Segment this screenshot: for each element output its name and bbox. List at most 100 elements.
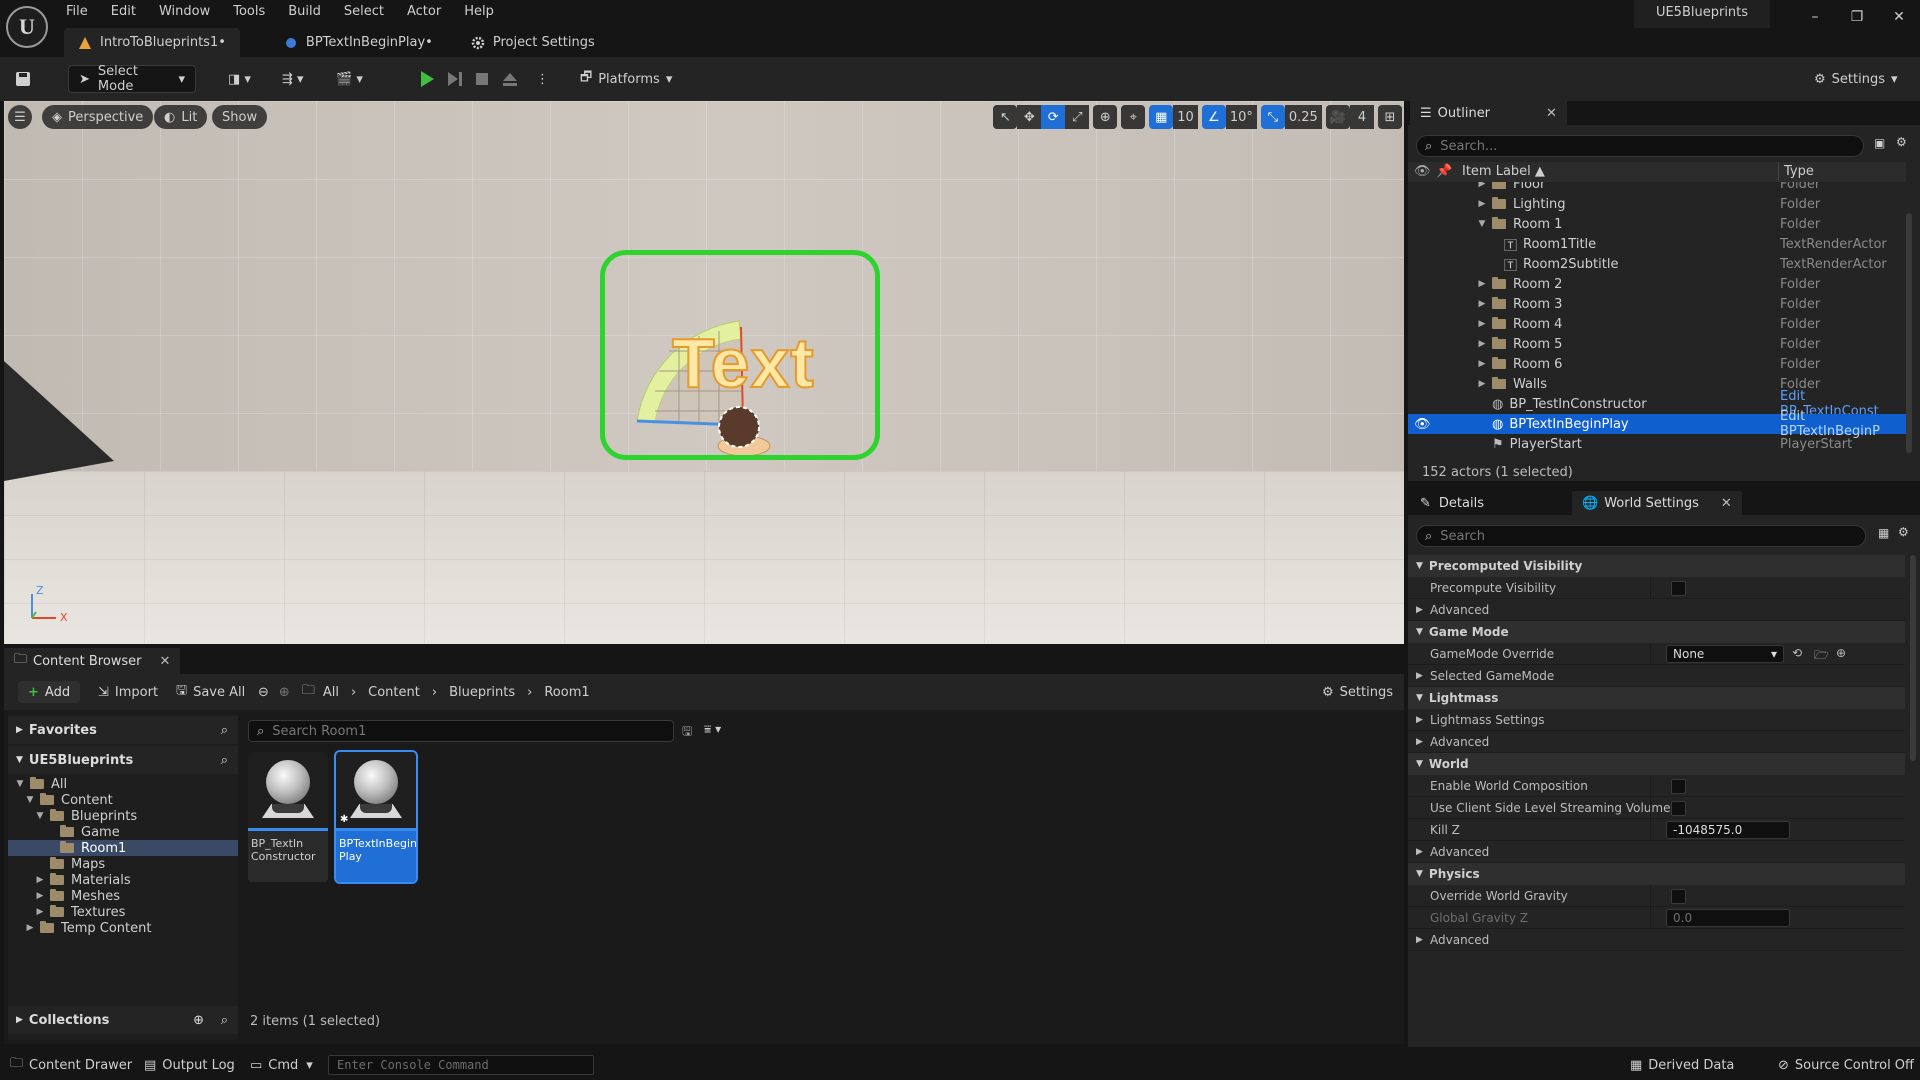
cmd-dropdown[interactable]: ▭ Cmd ▾ xyxy=(250,1050,313,1080)
breadcrumb-blueprints[interactable]: Blueprints xyxy=(449,685,515,700)
rotate-tool-icon[interactable]: ⟳ xyxy=(1041,105,1066,129)
minimize-icon[interactable]: – xyxy=(1794,0,1836,34)
search-icon[interactable]: ⌕ xyxy=(221,723,228,738)
add-collection-icon[interactable]: ⊕ xyxy=(193,1013,204,1028)
close-icon[interactable]: ✕ xyxy=(160,654,171,669)
breadcrumb-room1[interactable]: Room1 xyxy=(544,685,589,700)
breadcrumb-all[interactable]: All xyxy=(323,685,339,700)
expand-arrow-icon[interactable]: ▶ xyxy=(1476,379,1488,389)
prop-lightmass-settings[interactable]: ▶ Lightmass Settings xyxy=(1408,709,1905,731)
source-control-button[interactable]: ⊘ Source Control Off xyxy=(1778,1050,1914,1080)
save-icon[interactable] xyxy=(14,65,32,93)
prop-advanced-1[interactable]: ▶ Advanced xyxy=(1408,599,1905,621)
section-game-mode[interactable]: ▼ Game Mode xyxy=(1408,621,1905,643)
select-mode-dropdown[interactable]: ➤ Select Mode ▾ xyxy=(68,64,196,94)
close-icon[interactable]: ✕ xyxy=(1721,496,1732,511)
expand-arrow-icon[interactable]: ▶ xyxy=(1476,299,1488,309)
expand-arrow-icon[interactable]: ▶ xyxy=(24,923,36,933)
world-space-icon[interactable]: ⊕ xyxy=(1093,105,1118,129)
hamburger-menu-icon[interactable]: ☰ xyxy=(8,105,32,129)
expand-arrow-icon[interactable]: ▶ xyxy=(1476,339,1488,349)
menu-window[interactable]: Window xyxy=(159,0,210,24)
platforms-dropdown[interactable]: 🗗 Platforms ▾ xyxy=(580,65,672,93)
tree-item-game[interactable]: Game xyxy=(8,824,238,840)
outliner-row-room-3[interactable]: ▶ Room 3 Folder xyxy=(1408,294,1906,314)
maximize-viewport-icon[interactable]: ⊞ xyxy=(1378,105,1402,129)
menu-actor[interactable]: Actor xyxy=(407,0,441,24)
tree-item-blueprints[interactable]: ▼ Blueprints xyxy=(8,808,238,824)
outliner-tab[interactable]: ☰ Outliner ✕ xyxy=(1410,101,1567,125)
import-button[interactable]: ⇲ Import xyxy=(98,681,158,703)
collapse-arrow-icon[interactable]: ▼ xyxy=(24,795,36,805)
blueprints-menu-icon[interactable]: ⇶ ▾ xyxy=(282,65,304,93)
gamemode-override-dropdown[interactable]: None ▾ xyxy=(1666,645,1784,663)
section-physics[interactable]: ▼ Physics xyxy=(1408,863,1905,885)
details-scrollbar[interactable] xyxy=(1910,555,1916,761)
search-icon[interactable]: ⌕ xyxy=(221,1013,228,1028)
save-all-button[interactable]: 🖫 Save All xyxy=(176,681,245,703)
expand-arrow-icon[interactable]: ▶ xyxy=(34,907,46,917)
unreal-logo-icon[interactable]: U xyxy=(6,6,48,48)
pin-column-icon[interactable]: 📌 xyxy=(1436,164,1452,179)
details-settings-icon[interactable]: ⚙ xyxy=(1898,525,1909,539)
reset-arrow-icon[interactable]: ⟲ xyxy=(1792,646,1802,660)
section-lightmass[interactable]: ▼ Lightmass xyxy=(1408,687,1905,709)
collapse-arrow-icon[interactable]: ▼ xyxy=(14,779,26,789)
tab-project-settings[interactable]: Project Settings xyxy=(457,28,609,57)
search-icon[interactable]: ⌕ xyxy=(221,753,228,768)
level-viewport[interactable]: ☰ ◈ Perspective ◐ Lit Show ↖ ✥ ⟳ ⤢ ⊕ ⌖ ▦… xyxy=(4,101,1404,644)
cinematics-icon[interactable]: 🎬 ▾ xyxy=(336,65,363,93)
col-type[interactable]: Type xyxy=(1784,164,1814,179)
more-options-icon[interactable]: ⋮ xyxy=(536,65,549,93)
tree-item-all[interactable]: ▼ All xyxy=(8,776,238,792)
tree-item-content[interactable]: ▼ Content xyxy=(8,792,238,808)
show-button[interactable]: Show xyxy=(212,105,268,129)
collapse-arrow-icon[interactable]: ▼ xyxy=(34,811,46,821)
details-tab[interactable]: ✎ Details xyxy=(1410,491,1494,515)
tree-item-meshes[interactable]: ▶ Meshes xyxy=(8,888,238,904)
favorites-header[interactable]: ▶ Favorites ⌕ xyxy=(8,716,238,744)
camera-speed-value[interactable]: 4 xyxy=(1350,105,1374,129)
collapse-arrow-icon[interactable]: ▼ xyxy=(1476,219,1488,229)
outliner-row-room-5[interactable]: ▶ Room 5 Folder xyxy=(1408,334,1906,354)
prop-advanced-4[interactable]: ▶ Advanced xyxy=(1408,929,1905,951)
tab-blueprint[interactable]: BPTextInBeginPlay• xyxy=(270,28,447,57)
restore-icon[interactable]: ❐ xyxy=(1836,0,1878,34)
tree-item-room1[interactable]: Room1 xyxy=(8,840,238,856)
rotation-snap-value[interactable]: 10° xyxy=(1225,105,1257,129)
add-button[interactable]: + Add xyxy=(18,681,81,703)
tree-item-temp-content[interactable]: ▶ Temp Content xyxy=(8,920,238,936)
outliner-search-input[interactable]: ⌕ Search... xyxy=(1416,135,1864,157)
menu-build[interactable]: Build xyxy=(288,0,321,24)
outliner-row-room-6[interactable]: ▶ Room 6 Folder xyxy=(1408,354,1906,374)
grid-snap-icon[interactable]: ▦ xyxy=(1149,105,1174,129)
filter-icon[interactable]: ⩸ ▾ xyxy=(704,722,721,737)
add-circle-icon[interactable]: ⊕ xyxy=(1836,646,1846,660)
stop-icon[interactable] xyxy=(474,65,490,93)
rotation-snap-icon[interactable]: ∠ xyxy=(1201,105,1226,129)
asset-search-input[interactable]: ⌕ Search Room1 xyxy=(248,720,674,742)
outliner-settings-icon[interactable]: ⚙ xyxy=(1896,135,1907,149)
derived-data-button[interactable]: ▦ Derived Data xyxy=(1630,1050,1734,1080)
expand-arrow-icon[interactable]: ▶ xyxy=(1476,319,1488,329)
cb-settings-button[interactable]: ⚙ Settings xyxy=(1322,681,1393,703)
settings-dropdown[interactable]: ⚙ Settings ▾ xyxy=(1814,65,1898,93)
menu-help[interactable]: Help xyxy=(464,0,494,24)
select-tool-icon[interactable]: ↖ xyxy=(993,105,1018,129)
world-composition-checkbox[interactable] xyxy=(1671,779,1686,794)
prop-advanced-2[interactable]: ▶ Advanced xyxy=(1408,731,1905,753)
tree-item-maps[interactable]: Maps xyxy=(8,856,238,872)
expand-arrow-icon[interactable]: ▶ xyxy=(1476,182,1488,189)
play-icon[interactable] xyxy=(418,65,436,93)
visibility-column-icon[interactable]: 👁 xyxy=(1414,164,1431,179)
outliner-row-bptextinbeginplay[interactable]: 👁 ◍ BPTextInBeginPlay Edit BPTextInBeginP xyxy=(1408,409,1906,439)
lit-button[interactable]: ◐ Lit xyxy=(154,105,208,129)
project-header[interactable]: ▼ UE5Blueprints ⌕ xyxy=(8,746,238,774)
prop-selected-gamemode[interactable]: ▶ Selected GameMode xyxy=(1408,665,1905,687)
client-streaming-checkbox[interactable] xyxy=(1671,801,1686,816)
table-view-icon[interactable]: ▦ xyxy=(1878,526,1889,540)
menu-file[interactable]: File xyxy=(66,0,88,24)
forward-icon[interactable]: ⊕ xyxy=(279,685,290,700)
outliner-row-lighting[interactable]: ▶ Lighting Folder xyxy=(1408,194,1906,214)
expand-arrow-icon[interactable]: ▶ xyxy=(1476,199,1488,209)
